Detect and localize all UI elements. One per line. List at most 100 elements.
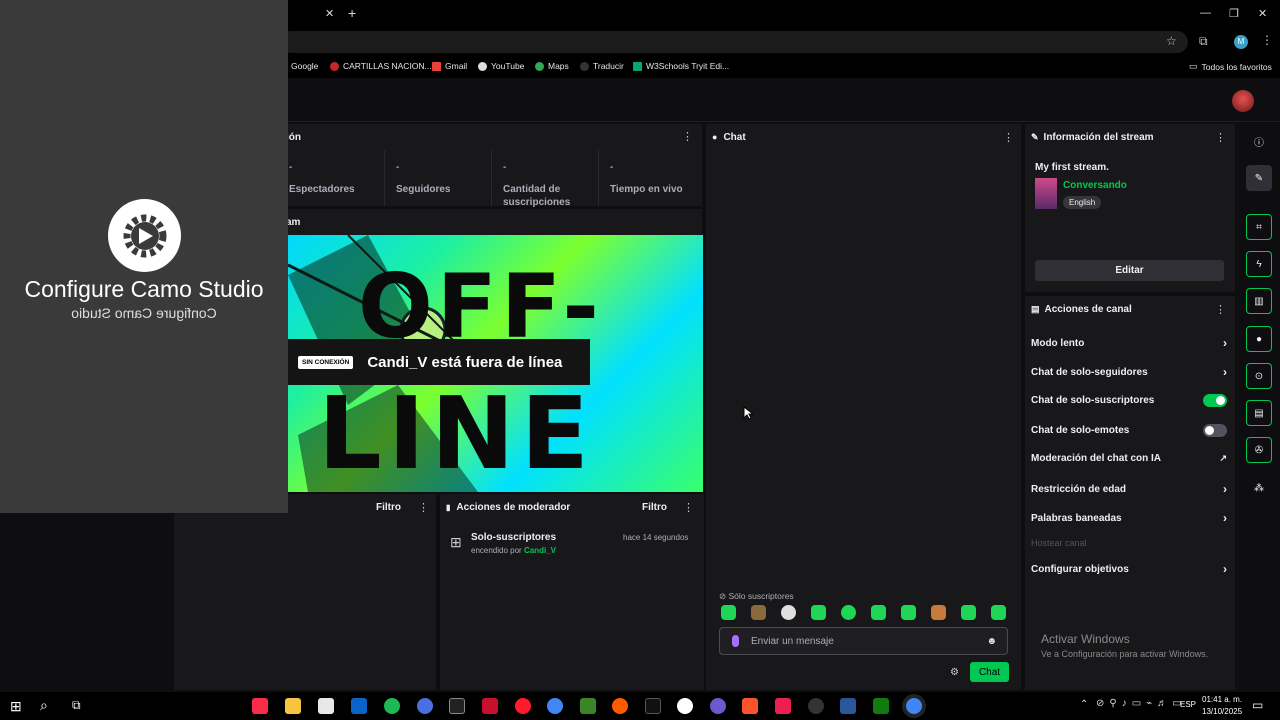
action-label: Configurar objetivos	[1031, 563, 1129, 575]
bookmark-google[interactable]: Google	[291, 61, 318, 71]
bookmark-maps[interactable]: Maps	[535, 61, 569, 71]
bookmark-label: Maps	[548, 61, 569, 71]
action-banned-words[interactable]: Palabras baneadas ›	[1031, 511, 1227, 525]
bookmark-traducir[interactable]: Traducir	[580, 61, 624, 71]
language-indicator[interactable]: ESP	[1180, 700, 1196, 709]
bookmark-w3schools[interactable]: W3Schools Tryit Edi...	[633, 61, 729, 71]
star-icon[interactable]: ☆	[1166, 34, 1177, 48]
music-icon[interactable]	[252, 698, 268, 714]
mod-actions-panel: ▮ Acciones de moderador Filtro ⋮ ⊞ Solo-s…	[440, 494, 704, 690]
emote[interactable]	[901, 605, 916, 620]
more-icon[interactable]: ⋮	[682, 130, 693, 143]
profile-avatar[interactable]: M	[1234, 35, 1248, 49]
chrome-icon[interactable]	[547, 698, 563, 714]
emote[interactable]	[751, 605, 766, 620]
tag-badge[interactable]: English	[1063, 196, 1102, 209]
app-icon[interactable]	[417, 698, 433, 714]
bookmark-cartillas[interactable]: CARTILLAS NACION...	[330, 61, 432, 71]
clock-time[interactable]: 01:41 a. m.	[1202, 695, 1242, 704]
more-icon[interactable]: ⋮	[1003, 131, 1014, 144]
clip-icon[interactable]: ⌗	[1246, 214, 1272, 240]
emote[interactable]	[871, 605, 886, 620]
action-age-restriction[interactable]: Restricción de edad ›	[1031, 482, 1227, 496]
close-window-icon[interactable]: ✕	[1258, 7, 1267, 20]
app-icon[interactable]	[677, 698, 693, 714]
emote[interactable]	[721, 605, 736, 620]
action-ai-moderation[interactable]: Moderación del chat con IA ↗	[1031, 453, 1227, 464]
chat-icon[interactable]: ●	[1246, 326, 1272, 352]
broadcast-icon[interactable]: ⊙	[1246, 363, 1272, 389]
notification-icon[interactable]: ▭	[1252, 698, 1263, 712]
share-icon[interactable]: ⁂	[1246, 475, 1272, 501]
mic-icon[interactable]	[732, 635, 739, 647]
toggle-off[interactable]	[1203, 424, 1227, 437]
settings-icon[interactable]: ⚙	[950, 667, 959, 678]
toggle-on[interactable]	[1203, 394, 1227, 407]
app-icon[interactable]	[482, 698, 498, 714]
xbox-icon[interactable]	[873, 698, 889, 714]
app-icon[interactable]	[840, 698, 856, 714]
app-icon[interactable]	[612, 698, 628, 714]
more-icon[interactable]: ⋮	[683, 501, 694, 514]
action-goals[interactable]: Configurar objetivos ›	[1031, 562, 1227, 576]
store-icon[interactable]	[318, 698, 334, 714]
extensions-icon[interactable]: ⧉	[1199, 34, 1208, 49]
browser-menu-icon[interactable]: ⋮	[1261, 33, 1273, 47]
mod-action-user[interactable]: Candi_V	[524, 546, 556, 555]
chrome-active-icon[interactable]	[906, 698, 922, 714]
tray-chevron-icon[interactable]: ⌃	[1080, 699, 1088, 710]
layout-icon[interactable]: ▤	[1246, 400, 1272, 426]
more-icon[interactable]: ⋮	[1215, 131, 1226, 144]
tiktok-icon[interactable]	[775, 698, 791, 714]
close-tab-icon[interactable]: ✕	[325, 7, 334, 20]
app-icon[interactable]	[645, 698, 661, 714]
emote[interactable]	[781, 605, 796, 620]
minecraft-icon[interactable]	[580, 698, 596, 714]
document-icon[interactable]: ▥	[1246, 288, 1272, 314]
bookmark-gmail[interactable]: Gmail	[432, 61, 467, 71]
task-view-icon[interactable]: ⧉	[72, 698, 81, 713]
action-followers-only[interactable]: Chat de solo-seguidores ›	[1031, 365, 1227, 379]
minimize-icon[interactable]: —	[1200, 7, 1211, 19]
wrench-icon[interactable]: ✇	[1246, 437, 1272, 463]
clock-date[interactable]: 13/10/2025	[1202, 707, 1242, 716]
app-icon[interactable]	[710, 698, 726, 714]
emote[interactable]	[811, 605, 826, 620]
more-icon[interactable]: ⋮	[418, 501, 429, 514]
app-icon[interactable]	[808, 698, 824, 714]
edit-button[interactable]: Editar	[1035, 260, 1224, 281]
opera-icon[interactable]	[515, 698, 531, 714]
camo-studio-overlay[interactable]: Configure Camo Studio Configure Camo Stu…	[0, 0, 288, 513]
chat-send-button[interactable]: Chat	[970, 662, 1009, 682]
lightning-icon[interactable]: ϟ	[1246, 251, 1272, 277]
file-explorer-icon[interactable]	[285, 698, 301, 714]
user-avatar[interactable]	[1232, 90, 1254, 112]
tray-icons[interactable]: ⊘⚲♪▭⌁♬▭	[1096, 698, 1187, 709]
info-icon[interactable]: ⓘ	[1246, 128, 1272, 154]
emote[interactable]	[991, 605, 1006, 620]
new-tab-icon[interactable]: +	[348, 5, 356, 21]
url-input[interactable]	[280, 31, 1188, 53]
external-link-icon: ↗	[1219, 453, 1227, 463]
outlook-icon[interactable]	[351, 698, 367, 714]
more-icon[interactable]: ⋮	[1215, 303, 1226, 316]
app-icon[interactable]	[449, 698, 465, 714]
action-slow-mode[interactable]: Modo lento ›	[1031, 336, 1227, 350]
chevron-right-icon: ›	[1223, 365, 1227, 379]
edit-icon[interactable]: ✎	[1246, 165, 1272, 191]
filter-button[interactable]: Filtro	[376, 502, 401, 513]
emote[interactable]	[931, 605, 946, 620]
category-name[interactable]: Conversando	[1063, 180, 1127, 191]
start-icon[interactable]: ⊞	[10, 698, 22, 715]
emote[interactable]	[961, 605, 976, 620]
emote[interactable]	[841, 605, 856, 620]
bookmark-youtube[interactable]: YouTube	[478, 61, 524, 71]
brave-icon[interactable]	[742, 698, 758, 714]
all-bookmarks[interactable]: ▭ Todos los favoritos	[1189, 61, 1272, 72]
search-icon[interactable]: ⌕	[40, 697, 48, 714]
spotify-icon[interactable]	[384, 698, 400, 714]
chat-input[interactable]: Enviar un mensaje ☻	[719, 627, 1008, 655]
restore-icon[interactable]: ❐	[1229, 7, 1239, 20]
filter-button[interactable]: Filtro	[642, 502, 667, 513]
emote-picker-icon[interactable]: ☻	[986, 636, 997, 647]
